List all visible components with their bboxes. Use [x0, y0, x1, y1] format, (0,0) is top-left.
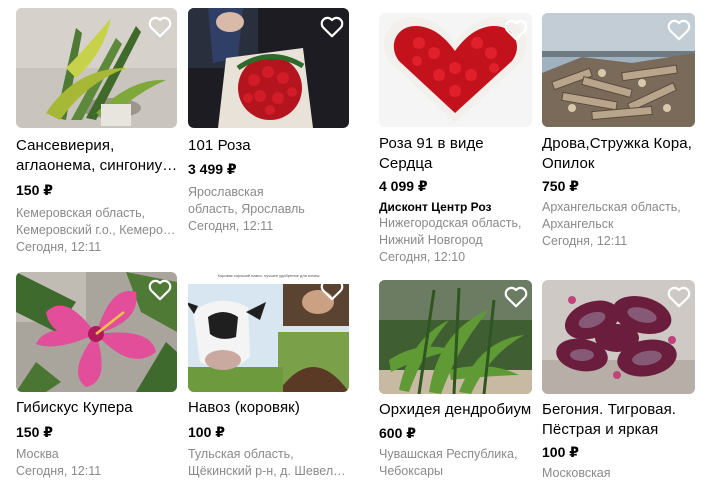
listing-location: Ярославская	[188, 185, 264, 199]
add-to-favorites-button[interactable]	[147, 14, 173, 40]
add-to-favorites-button[interactable]	[319, 277, 345, 303]
listing-location: Кемеровский г.о., Кемеро…	[16, 223, 176, 237]
listing-date: Сегодня, 12:11	[542, 234, 628, 248]
heart-outline-icon	[667, 286, 691, 308]
listing-card[interactable]: 101 Роза 3 499 ₽ Ярославская область, Яр…	[188, 8, 350, 260]
listing-location: Москва	[16, 447, 59, 461]
listing-price: 4 099 ₽	[379, 178, 428, 194]
listing-location: Архангельск	[542, 217, 614, 231]
listing-price: 600 ₽	[379, 425, 416, 441]
listing-location: Чувашская Республика,	[379, 447, 518, 461]
add-to-favorites-button[interactable]	[503, 284, 529, 310]
listing-date: Сегодня, 12:10	[379, 250, 466, 264]
listing-title[interactable]: аглаонема, сингониу…	[16, 156, 178, 176]
listing-date: Сегодня, 12:11	[188, 219, 274, 233]
listing-date: Сегодня, 12:11	[16, 240, 102, 254]
listing-title[interactable]: Роза 91 в виде	[379, 134, 534, 154]
listing-title[interactable]: Опилок	[542, 154, 702, 174]
add-to-favorites-button[interactable]	[319, 14, 345, 40]
listing-location: Тульская область,	[188, 447, 294, 461]
listing-price: 750 ₽	[542, 178, 579, 194]
listing-title[interactable]: Сансевиерия,	[16, 136, 178, 156]
heart-outline-icon	[148, 16, 172, 38]
listing-card[interactable]: Бегония. Тигровая. Пёстрая и яркая 100 ₽…	[542, 280, 702, 480]
listing-title[interactable]: Сердца	[379, 154, 534, 174]
heart-outline-icon	[320, 279, 344, 301]
heart-outline-icon	[667, 19, 691, 41]
listing-title[interactable]: Орхидея дендробиум	[379, 400, 534, 420]
listing-location: Нижегородская область,	[379, 216, 522, 230]
listing-price: 150 ₽	[16, 424, 53, 440]
listing-title[interactable]: Гибискус Купера	[16, 398, 178, 418]
listing-location: Кемеровская область,	[16, 206, 146, 220]
listing-card[interactable]: Роза 91 в виде Сердца 4 099 ₽ Дисконт Це…	[379, 13, 534, 265]
listing-price: 100 ₽	[188, 424, 225, 440]
listing-location: Нижний Новгород	[379, 233, 483, 247]
heart-outline-icon	[504, 286, 528, 308]
heart-outline-icon	[148, 279, 172, 301]
listing-title[interactable]: Бегония. Тигровая.	[542, 400, 702, 420]
add-to-favorites-button[interactable]	[503, 17, 529, 43]
listing-location: Архангельская область,	[542, 200, 681, 214]
listing-price: 150 ₽	[16, 182, 53, 198]
listing-card[interactable]: Дрова,Стружка Кора, Опилок 750 ₽ Арханге…	[542, 13, 702, 265]
listing-card[interactable]: Коровяк хороший навоз, лучшее удобрение …	[188, 272, 350, 480]
heart-outline-icon	[504, 19, 528, 41]
listing-title[interactable]: Навоз (коровяк)	[188, 398, 350, 418]
listing-title[interactable]: Пёстрая и яркая	[542, 420, 702, 440]
listing-title[interactable]: 101 Роза	[188, 136, 350, 156]
listing-card[interactable]: Сансевиерия, аглаонема, сингониу… 150 ₽ …	[16, 8, 178, 260]
listing-price: 3 499 ₽	[188, 161, 237, 177]
listing-title[interactable]: Дрова,Стружка Кора,	[542, 134, 702, 154]
listing-location: Московская	[542, 466, 611, 480]
listing-location: Чебоксары	[379, 464, 444, 478]
seller-name[interactable]: Дисконт Центр Роз	[379, 199, 491, 215]
listing-date: Сегодня, 12:11	[16, 464, 102, 478]
add-to-favorites-button[interactable]	[666, 284, 692, 310]
listing-price: 100 ₽	[542, 444, 579, 460]
add-to-favorites-button[interactable]	[147, 277, 173, 303]
listing-location: Щёкинский р-н, д. Шевел…	[188, 464, 346, 478]
listing-card[interactable]: Гибискус Купера 150 ₽ Москва Сегодня, 12…	[16, 272, 178, 480]
listing-location: область, Ярославль	[188, 202, 305, 216]
heart-outline-icon	[320, 16, 344, 38]
listing-card[interactable]: Орхидея дендробиум 600 ₽ Чувашская Респу…	[379, 280, 534, 480]
listings-feed: Сансевиерия, аглаонема, сингониу… 150 ₽ …	[0, 0, 720, 480]
add-to-favorites-button[interactable]	[666, 17, 692, 43]
